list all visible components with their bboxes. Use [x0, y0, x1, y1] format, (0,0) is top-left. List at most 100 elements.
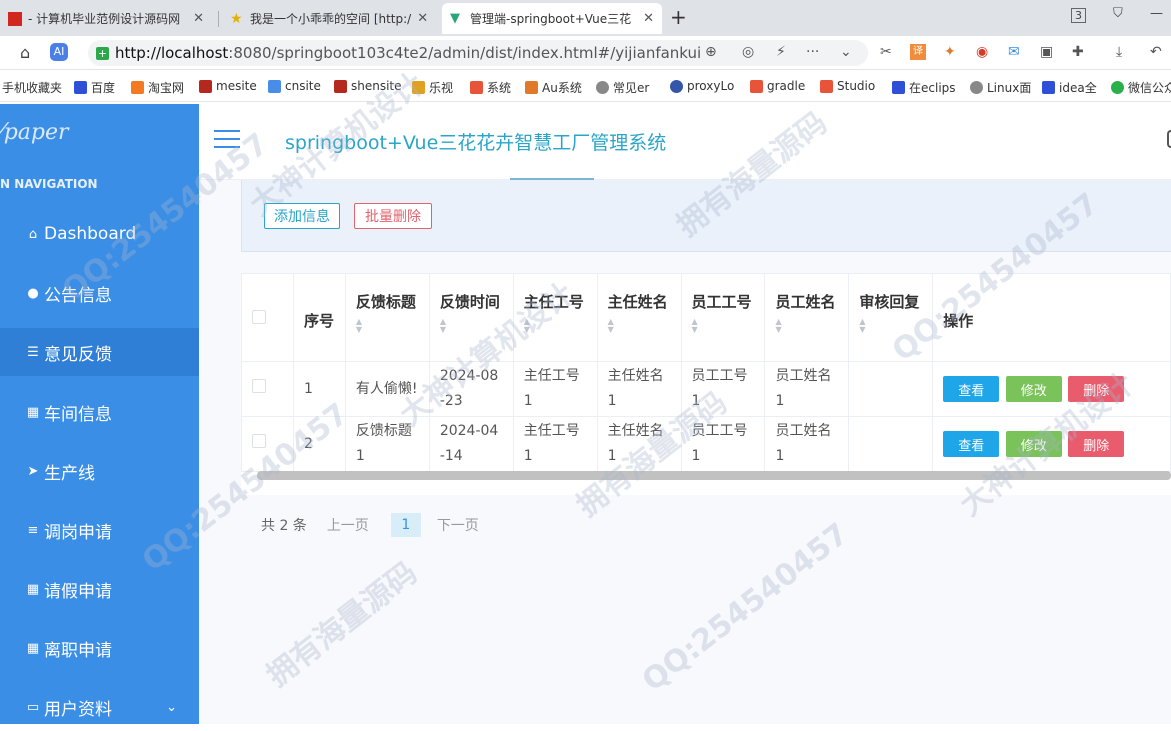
bolt-icon[interactable]: ⚡	[776, 44, 786, 60]
avatar[interactable]	[1167, 130, 1171, 148]
sidebar-item-label: 用户资料	[44, 695, 112, 720]
favicon-icon	[8, 12, 22, 26]
sidebar-item-workshop[interactable]: ▦ 车间信息	[0, 388, 199, 436]
batch-delete-button[interactable]: 批量删除	[354, 203, 432, 229]
edit-button[interactable]: 修改	[1006, 431, 1062, 457]
bookmark[interactable]: 常见er	[596, 79, 649, 96]
compass-icon[interactable]: ◎	[742, 44, 754, 60]
col-header-director-name[interactable]: 主任姓名▲▼	[597, 274, 681, 362]
bookmark[interactable]: 乐视	[412, 79, 453, 96]
browser-tab-1[interactable]: - 计算机毕业范例设计源码网 ✕	[0, 3, 212, 34]
mail-icon[interactable]: ✉	[1008, 44, 1020, 60]
cell-director-name: 主任姓名1	[597, 417, 681, 472]
delete-button[interactable]: 删除	[1068, 431, 1124, 457]
sidebar-item-resignation[interactable]: ▦ 离职申请	[0, 624, 199, 672]
sidebar-item-production-line[interactable]: ➤ 生产线	[0, 447, 199, 495]
prev-page-button[interactable]: 上一页	[327, 515, 369, 535]
browser-tab-3[interactable]: ▼ 管理端-springboot+Vue三花 ✕	[442, 3, 662, 34]
new-tab-button[interactable]: +	[670, 5, 687, 29]
fox-icon[interactable]: ✦	[944, 44, 956, 60]
sidebar-item-transfer[interactable]: ≡ 调岗申请	[0, 506, 199, 554]
cell-director-no: 主任工号1	[513, 417, 597, 472]
menu-toggle-icon[interactable]	[214, 130, 240, 148]
cell-reply	[849, 362, 933, 417]
sort-icon[interactable]: ▲▼	[692, 318, 755, 334]
select-all-checkbox[interactable]	[252, 310, 266, 324]
page-number[interactable]: 1	[391, 513, 421, 537]
pagination: 共 2 条 上一页 1 下一页	[261, 513, 479, 537]
col-header-staff-name[interactable]: 员工姓名▲▼	[765, 274, 849, 362]
more-icon[interactable]: ···	[806, 44, 819, 60]
sort-icon[interactable]: ▲▼	[440, 318, 503, 334]
scissors-icon[interactable]: ✂	[880, 44, 892, 60]
close-icon[interactable]: ✕	[187, 11, 204, 26]
page-title: springboot+Vue三花花卉智慧工厂管理系统	[285, 128, 666, 155]
bookmark[interactable]: 淘宝网	[131, 79, 184, 96]
translate-icon[interactable]: 译	[910, 44, 926, 60]
bookmark[interactable]: 系统	[470, 79, 511, 96]
col-header-title[interactable]: 反馈标题▲▼	[345, 274, 429, 362]
delete-button[interactable]: 删除	[1068, 376, 1124, 402]
sidebar-item-feedback[interactable]: ☰ 意见反馈	[0, 328, 218, 376]
bookmark[interactable]: 百度	[74, 79, 115, 96]
download-icon[interactable]: ⤓	[1116, 44, 1122, 60]
bookmark[interactable]: mesite	[199, 79, 257, 93]
bookmark[interactable]: gradle	[750, 79, 805, 93]
puzzle-icon[interactable]: ✚	[1072, 44, 1084, 60]
bookmark[interactable]: cnsite	[268, 79, 321, 93]
zoom-icon[interactable]: ⊕	[705, 44, 717, 60]
bookmark[interactable]: 微信公众	[1111, 79, 1171, 96]
col-header-director-no[interactable]: 主任工号▲▼	[513, 274, 597, 362]
sort-icon[interactable]: ▲▼	[524, 318, 587, 334]
col-header-reply[interactable]: 审核回复▲▼	[849, 274, 933, 362]
star-icon: ★	[230, 12, 244, 26]
sort-icon[interactable]: ▲▼	[859, 318, 922, 334]
col-header-staff-no[interactable]: 员工工号▲▼	[681, 274, 765, 362]
bookmark[interactable]: 手机收藏夹	[2, 79, 62, 96]
home-icon[interactable]: ⌂	[20, 43, 30, 62]
sidebar-item-leave[interactable]: ▦ 请假申请	[0, 565, 199, 613]
bookmark[interactable]: Au系统	[525, 79, 582, 96]
home-icon: ⌂	[24, 227, 42, 242]
view-button[interactable]: 查看	[943, 376, 999, 402]
edit-button[interactable]: 修改	[1006, 376, 1062, 402]
sidebar-item-dashboard[interactable]: ⌂ Dashboard	[0, 210, 199, 258]
view-button[interactable]: 查看	[943, 431, 999, 457]
window-icon[interactable]: ▣	[1040, 44, 1053, 60]
tab-title: 我是一个小乖乖的空间 [http:/	[250, 10, 411, 27]
bookmark[interactable]: shensite	[334, 79, 402, 93]
url-host: http://localhost	[115, 44, 228, 62]
browser-tab-2[interactable]: ★ 我是一个小乖乖的空间 [http:/ ✕	[222, 3, 436, 34]
cell-staff-no: 员工工号1	[681, 362, 765, 417]
bookmark[interactable]: idea全	[1042, 79, 1097, 96]
bookmark[interactable]: proxyLo	[670, 79, 734, 93]
cell-director-no: 主任工号1	[513, 362, 597, 417]
ai-icon[interactable]: AI	[50, 43, 68, 61]
bookmark[interactable]: Linux面	[970, 79, 1031, 96]
row-checkbox[interactable]	[252, 434, 266, 448]
add-button[interactable]: 添加信息	[264, 203, 340, 229]
minimize-icon[interactable]: —	[1150, 6, 1163, 21]
next-page-button[interactable]: 下一页	[437, 515, 479, 535]
close-icon[interactable]: ✕	[411, 11, 428, 26]
sort-icon[interactable]: ▲▼	[608, 318, 671, 334]
grid-icon: ▦	[24, 582, 42, 597]
horizontal-scrollbar[interactable]	[257, 471, 1171, 480]
sort-icon[interactable]: ▲▼	[775, 318, 838, 334]
sort-icon[interactable]: ▲▼	[356, 318, 419, 334]
cell-staff-name: 员工姓名1	[765, 362, 849, 417]
tab-counter[interactable]: 3	[1071, 8, 1086, 23]
cell-director-name: 主任姓名1	[597, 362, 681, 417]
close-icon[interactable]: ✕	[637, 11, 654, 26]
row-checkbox[interactable]	[252, 379, 266, 393]
shirt-icon[interactable]: ⛉	[1113, 6, 1123, 21]
grid-icon: ▦	[24, 405, 42, 420]
bookmark[interactable]: 在eclips	[892, 79, 956, 96]
col-header-time[interactable]: 反馈时间▲▼	[429, 274, 513, 362]
chevron-down-icon[interactable]: ⌄	[840, 44, 852, 60]
sidebar-item-label: 调岗申请	[44, 518, 112, 543]
sidebar-item-announcements[interactable]: ● 公告信息	[0, 269, 199, 317]
undo-icon[interactable]: ↶	[1150, 44, 1162, 60]
weibo-icon[interactable]: ◉	[976, 44, 988, 60]
bookmark[interactable]: Studio	[820, 79, 875, 93]
